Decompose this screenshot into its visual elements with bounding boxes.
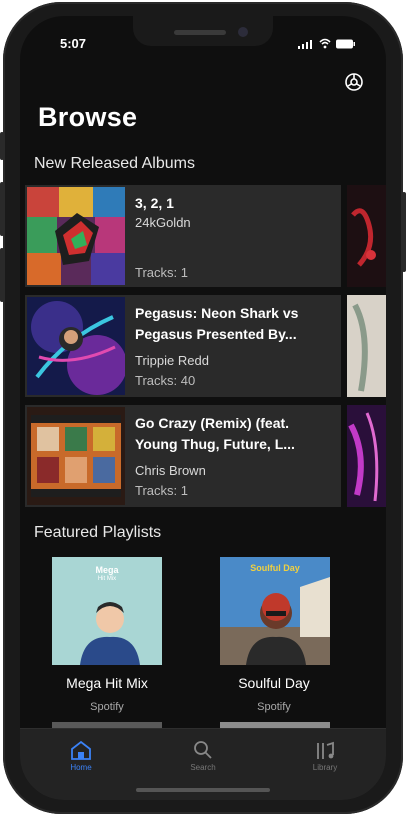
tab-home-label: Home [70,763,92,772]
status-time: 5:07 [60,36,87,51]
playlist-name: Soulful Day [238,675,310,691]
playlist-name: Mega Hit Mix [66,675,148,691]
album-row[interactable]: Pegasus: Neon Shark vs Pegasus Presented… [25,295,341,397]
signal-icon [298,40,312,49]
album-artist: Trippie Redd [135,353,209,368]
home-icon [71,740,91,760]
wifi-icon [319,38,331,45]
tab-library[interactable]: Library [264,729,386,789]
album-track-count: Tracks: 40 [135,373,196,388]
mute-switch [0,132,4,160]
tab-search[interactable]: Search [142,729,264,789]
playlist-cover[interactable]: Soulful Day [220,557,330,665]
playlist-owner: Spotify [90,701,124,713]
tab-search-label: Search [190,763,216,772]
album-peek[interactable] [347,185,386,287]
volume-down-button [0,248,4,302]
volume-up-button [0,182,4,236]
album-cover [27,187,125,285]
album-track-count: Tracks: 1 [135,265,188,280]
featured-playlists-heading: Featured Playlists [34,524,162,541]
new-releases-heading: New Released Albums [34,155,195,172]
app-screen: 5:07 Browse New Released Albums 3, 2, 1 … [20,16,386,800]
playlist-cover-subtext: Hit Mix [97,576,117,582]
playlist-cover[interactable]: Mega Hit Mix [52,557,162,665]
album-peek[interactable] [347,295,386,397]
album-title: Go Crazy (Remix) (feat. Young Thug, Futu… [135,415,295,452]
album-cover [27,407,125,505]
search-icon [194,741,212,759]
library-icon [317,741,334,759]
album-peek[interactable] [347,405,386,507]
front-camera [238,27,248,37]
battery-icon [336,39,355,49]
page-title: Browse [38,102,138,132]
status-icons [298,38,355,49]
tab-library-label: Library [312,763,338,772]
album-artist: 24kGoldn [135,215,191,230]
album-title: 3, 2, 1 [135,195,174,211]
album-title: Pegasus: Neon Shark vs Pegasus Presented… [135,305,299,342]
speaker [174,30,226,35]
playlist-owner: Spotify [257,701,291,713]
album-cover [27,297,125,395]
power-button [402,192,406,272]
tab-home[interactable]: Home [20,729,142,789]
album-artist: Chris Brown [135,463,206,478]
playlist-cover-text: Mega [95,565,119,575]
album-track-count: Tracks: 1 [135,483,188,498]
album-row[interactable]: Go Crazy (Remix) (feat. Young Thug, Futu… [25,405,341,507]
phone-frame: 5:07 Browse New Released Albums 3, 2, 1 … [0,2,406,814]
settings-icon[interactable] [344,72,364,92]
playlist-cover-text: Soulful Day [250,563,300,573]
album-row[interactable]: 3, 2, 1 24kGoldn Tracks: 1 [25,185,341,287]
home-indicator [136,788,270,792]
